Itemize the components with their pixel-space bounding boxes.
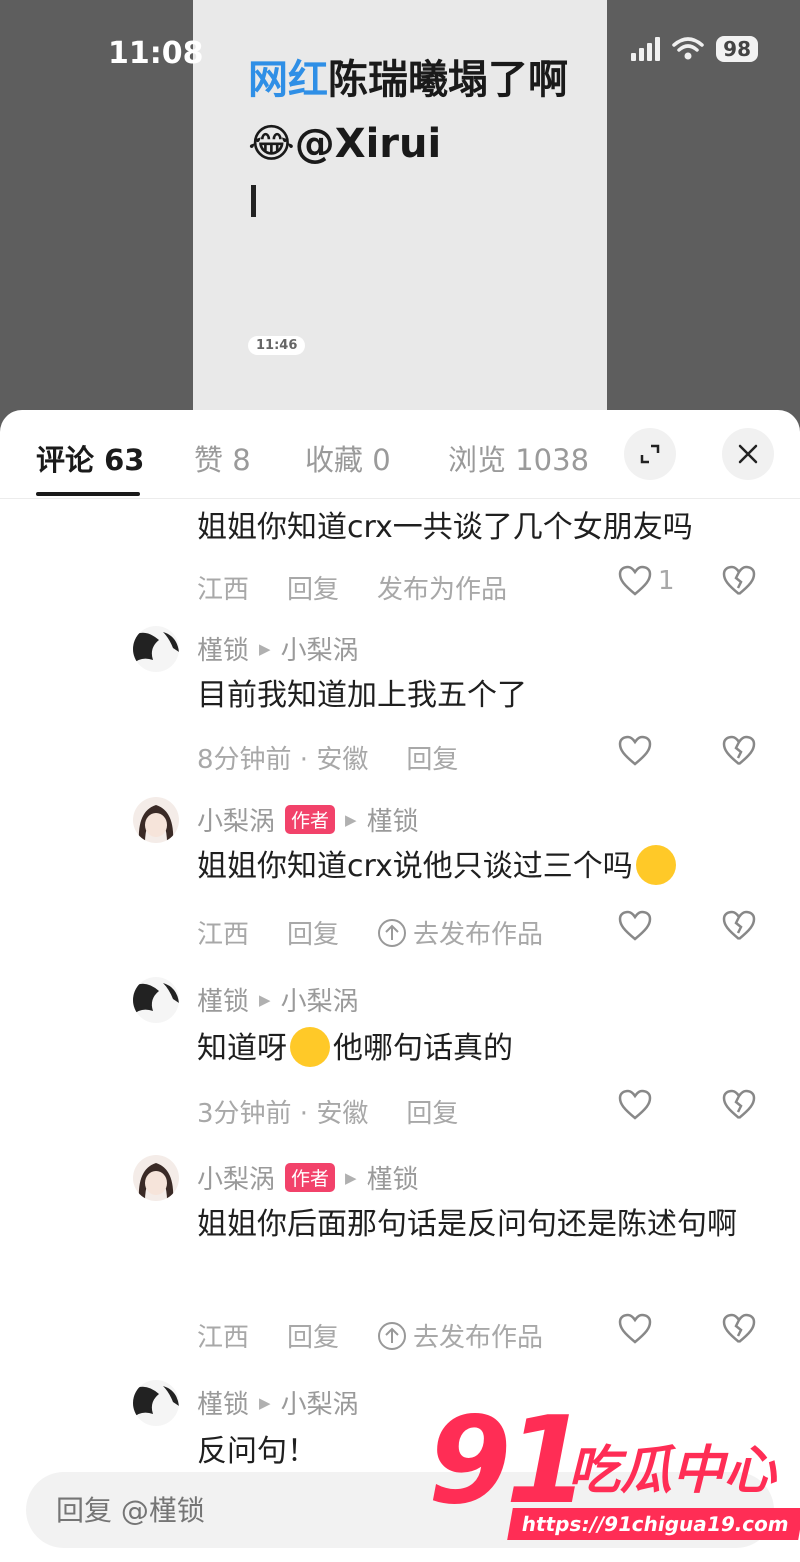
comment-text: 姐姐你知道crx说他只谈过三个吗 [197,844,767,890]
comment-time: 3分钟前 · 安徽 [197,1099,369,1129]
reply-to-name[interactable]: 小梨涡 [281,630,359,667]
broken-heart-icon [722,910,756,940]
heart-icon [618,735,652,766]
dislike-button[interactable] [722,1089,756,1125]
comment-location: 江西 [197,575,250,605]
dislike-button[interactable] [722,910,756,946]
watermark-name: 吃瓜中心 [568,1441,777,1501]
like-button[interactable] [618,1313,652,1345]
reply-arrow-icon: ▶ [259,639,271,658]
upload-icon [378,918,407,947]
author-name[interactable]: 小梨涡 [197,1159,275,1196]
reply-button[interactable]: 回复 [406,739,458,776]
video-preview[interactable]: 网红陈瑞曦塌了啊😂@Xirui 11:46 [193,0,607,440]
pleading-face-emoji [635,844,676,885]
like-button[interactable] [618,1089,652,1121]
expand-icon [640,444,660,464]
author-badge: 作者 [285,805,336,834]
comment-meta: 3分钟前 · 安徽 回复 [197,1093,458,1130]
tab-bar: 评论 63 赞 8 收藏 0 浏览 1038 [0,410,800,498]
publish-as-work-button[interactable]: 发布为作品 [377,569,507,606]
active-tab-indicator [36,492,140,496]
reply-header: 槿锁 ▶ 小梨涡 [197,630,359,667]
reply-button[interactable]: 回复 [287,569,339,606]
reply-header: 槿锁 ▶ 小梨涡 [197,1384,359,1421]
comment-meta: 8分钟前 · 安徽 回复 [197,739,458,776]
tab-likes[interactable]: 赞 8 [194,437,251,479]
watermark-url: https://91chigua19.com [507,1508,800,1540]
tab-comments[interactable]: 评论 63 [36,437,144,479]
comment-text: 姐姐你知道crx一共谈了几个女朋友吗 [197,510,693,545]
status-time: 11:08 [108,36,204,71]
reply-arrow-icon: ▶ [345,1168,357,1187]
signal-icon [631,37,661,61]
comment-meta: 江西 回复 去发布作品 [197,1317,543,1354]
reply-header: 小梨涡 作者 ▶ 槿锁 [197,1159,419,1196]
reply-to-name[interactable]: 小梨涡 [281,1384,359,1421]
wifi-icon [672,37,704,60]
broken-heart-icon [722,1313,756,1343]
author-name[interactable]: 槿锁 [197,981,249,1018]
watermark-logo: 91 吃瓜中心 https://91chigua19.com [428,1392,800,1562]
close-icon [738,444,758,464]
comment-list[interactable]: 姐姐你知道crx一共谈了几个女朋友吗 江西 回复 发布为作品 1 槿锁 ▶ 小梨… [0,499,800,1469]
comment-text: 姐姐你后面那句话是反问句还是陈述句啊 [197,1207,737,1242]
battery-indicator: 98 [716,36,758,62]
text-cursor [251,185,256,217]
comment-text: 知道呀 他哪句话真的 [197,1026,767,1072]
reply-to-name[interactable]: 槿锁 [367,1159,419,1196]
dislike-button[interactable] [722,1313,756,1349]
heart-icon [618,910,652,941]
like-button[interactable] [618,735,652,767]
heart-icon [618,1089,652,1120]
comment-sheet: 评论 63 赞 8 收藏 0 浏览 1038 姐姐你知道crx一共谈了几个女朋友… [0,410,800,1562]
reply-header: 槿锁 ▶ 小梨涡 [197,981,359,1018]
status-icons: 98 [631,36,758,62]
comment-meta: 江西 回复 去发布作品 [197,914,543,951]
like-button[interactable] [618,910,652,942]
expand-button[interactable] [624,428,676,480]
reply-arrow-icon: ▶ [259,990,271,1009]
reply-header: 小梨涡 作者 ▶ 槿锁 [197,801,419,838]
broken-heart-icon [722,565,756,595]
winking-tongue-emoji [290,1026,330,1067]
dislike-button[interactable] [722,735,756,771]
dislike-button[interactable] [722,565,756,601]
comment-location: 江西 [197,1323,250,1353]
author-badge: 作者 [285,1163,336,1192]
reply-button[interactable]: 回复 [406,1093,458,1130]
comment-meta: 江西 回复 发布为作品 [197,569,507,606]
reply-arrow-icon: ▶ [345,810,357,829]
reply-button[interactable]: 回复 [287,1317,339,1354]
avatar[interactable] [133,626,179,672]
tab-views[interactable]: 浏览 1038 [448,437,589,479]
comment-text: 目前我知道加上我五个了 [197,678,527,713]
reply-to-name[interactable]: 槿锁 [367,801,419,838]
upload-icon [378,1321,407,1350]
avatar[interactable] [133,797,179,843]
like-button[interactable]: 1 [618,565,675,597]
publish-work-button[interactable]: 去发布作品 [377,914,543,951]
reply-arrow-icon: ▶ [259,1393,271,1412]
author-name[interactable]: 小梨涡 [197,801,275,838]
reply-to-name[interactable]: 小梨涡 [281,981,359,1018]
comment-location: 江西 [197,920,250,950]
like-count: 1 [658,566,675,596]
avatar[interactable] [133,1155,179,1201]
publish-work-button[interactable]: 去发布作品 [377,1317,543,1354]
broken-heart-icon [722,1089,756,1119]
broken-heart-icon [722,735,756,765]
close-button[interactable] [722,428,774,480]
heart-icon [618,565,652,596]
author-name[interactable]: 槿锁 [197,1384,249,1421]
avatar[interactable] [133,977,179,1023]
video-timestamp: 11:46 [248,336,306,355]
comment-time: 8分钟前 · 安徽 [197,745,369,775]
reply-button[interactable]: 回复 [287,914,339,951]
heart-icon [618,1313,652,1344]
author-name[interactable]: 槿锁 [197,630,249,667]
avatar[interactable] [133,1380,179,1426]
tab-favorites[interactable]: 收藏 0 [305,437,391,479]
video-title: 网红陈瑞曦塌了啊😂@Xirui [248,57,568,167]
